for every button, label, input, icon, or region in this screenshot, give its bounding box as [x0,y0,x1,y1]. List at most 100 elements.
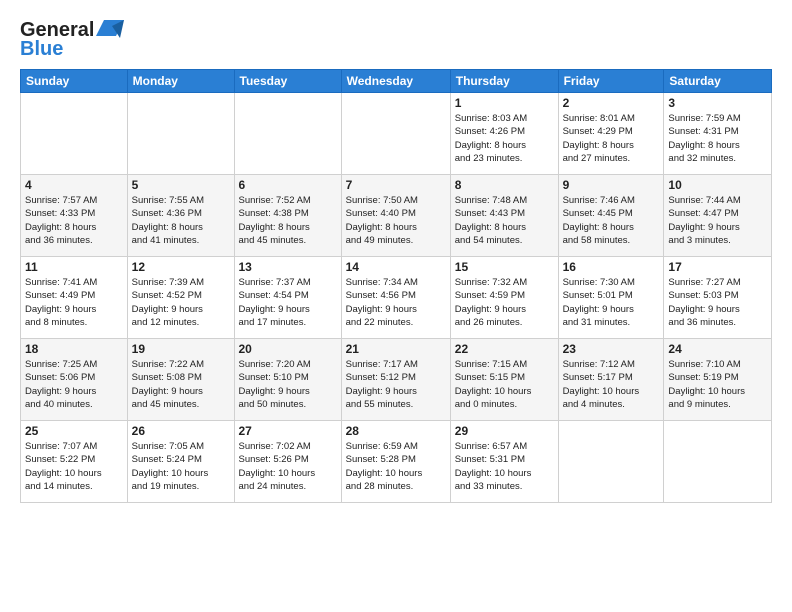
day-info: Sunrise: 7:02 AM Sunset: 5:26 PM Dayligh… [239,440,337,493]
calendar-cell [21,93,128,175]
calendar-week-3: 11 Sunrise: 7:41 AM Sunset: 4:49 PM Dayli… [21,257,772,339]
day-number: 17 [668,260,767,274]
day-number: 2 [563,96,660,110]
day-info: Sunrise: 7:59 AM Sunset: 4:31 PM Dayligh… [668,112,767,165]
calendar-week-1: 1 Sunrise: 8:03 AM Sunset: 4:26 PM Daylig… [21,93,772,175]
calendar-week-2: 4 Sunrise: 7:57 AM Sunset: 4:33 PM Daylig… [21,175,772,257]
day-number: 29 [455,424,554,438]
day-number: 24 [668,342,767,356]
day-info: Sunrise: 7:10 AM Sunset: 5:19 PM Dayligh… [668,358,767,411]
calendar-cell: 1 Sunrise: 8:03 AM Sunset: 4:26 PM Daylig… [450,93,558,175]
day-info: Sunrise: 8:01 AM Sunset: 4:29 PM Dayligh… [563,112,660,165]
calendar-cell: 15Sunrise: 7:32 AM Sunset: 4:59 PM Dayli… [450,257,558,339]
day-info: Sunrise: 7:57 AM Sunset: 4:33 PM Dayligh… [25,194,123,247]
day-info: Sunrise: 7:32 AM Sunset: 4:59 PM Dayligh… [455,276,554,329]
day-number: 6 [239,178,337,192]
day-info: Sunrise: 7:07 AM Sunset: 5:22 PM Dayligh… [25,440,123,493]
calendar-cell: 9 Sunrise: 7:46 AM Sunset: 4:45 PM Daylig… [558,175,664,257]
day-info: Sunrise: 7:34 AM Sunset: 4:56 PM Dayligh… [346,276,446,329]
day-number: 14 [346,260,446,274]
calendar-cell: 11 Sunrise: 7:41 AM Sunset: 4:49 PM Dayli… [21,257,128,339]
day-info: Sunrise: 7:27 AM Sunset: 5:03 PM Dayligh… [668,276,767,329]
calendar-cell: 17 Sunrise: 7:27 AM Sunset: 5:03 PM Dayli… [664,257,772,339]
calendar-cell: 23 Sunrise: 7:12 AM Sunset: 5:17 PM Dayli… [558,339,664,421]
day-number: 27 [239,424,337,438]
day-number: 4 [25,178,123,192]
calendar-cell [234,93,341,175]
day-number: 18 [25,342,123,356]
calendar-cell [558,421,664,503]
day-info: Sunrise: 7:22 AM Sunset: 5:08 PM Dayligh… [132,358,230,411]
day-info: Sunrise: 7:55 AM Sunset: 4:36 PM Dayligh… [132,194,230,247]
calendar-week-4: 18 Sunrise: 7:25 AM Sunset: 5:06 PM Dayli… [21,339,772,421]
weekday-header-tuesday: Tuesday [234,70,341,93]
day-info: Sunrise: 7:41 AM Sunset: 4:49 PM Dayligh… [25,276,123,329]
weekday-header-monday: Monday [127,70,234,93]
day-info: Sunrise: 6:57 AM Sunset: 5:31 PM Dayligh… [455,440,554,493]
day-info: Sunrise: 7:05 AM Sunset: 5:24 PM Dayligh… [132,440,230,493]
day-number: 16 [563,260,660,274]
calendar-cell: 19 Sunrise: 7:22 AM Sunset: 5:08 PM Dayli… [127,339,234,421]
calendar-cell: 25 Sunrise: 7:07 AM Sunset: 5:22 PM Dayli… [21,421,128,503]
calendar-cell: 12 Sunrise: 7:39 AM Sunset: 4:52 PM Dayli… [127,257,234,339]
day-number: 5 [132,178,230,192]
weekday-header-saturday: Saturday [664,70,772,93]
header: General Blue [20,16,772,61]
calendar-table: SundayMondayTuesdayWednesdayThursdayFrid… [20,69,772,503]
calendar-cell: 6 Sunrise: 7:52 AM Sunset: 4:38 PM Daylig… [234,175,341,257]
calendar-cell [664,421,772,503]
day-info: Sunrise: 7:30 AM Sunset: 5:01 PM Dayligh… [563,276,660,329]
calendar-cell: 3Sunrise: 7:59 AM Sunset: 4:31 PM Daylig… [664,93,772,175]
day-info: Sunrise: 7:48 AM Sunset: 4:43 PM Dayligh… [455,194,554,247]
calendar-cell: 24 Sunrise: 7:10 AM Sunset: 5:19 PM Dayli… [664,339,772,421]
day-number: 23 [563,342,660,356]
day-info: Sunrise: 7:50 AM Sunset: 4:40 PM Dayligh… [346,194,446,247]
day-info: Sunrise: 7:37 AM Sunset: 4:54 PM Dayligh… [239,276,337,329]
day-info: Sunrise: 7:20 AM Sunset: 5:10 PM Dayligh… [239,358,337,411]
day-info: Sunrise: 7:39 AM Sunset: 4:52 PM Dayligh… [132,276,230,329]
day-number: 12 [132,260,230,274]
calendar-cell: 27 Sunrise: 7:02 AM Sunset: 5:26 PM Dayli… [234,421,341,503]
calendar-week-5: 25 Sunrise: 7:07 AM Sunset: 5:22 PM Dayli… [21,421,772,503]
calendar-cell: 26 Sunrise: 7:05 AM Sunset: 5:24 PM Dayli… [127,421,234,503]
day-number: 26 [132,424,230,438]
logo-icon [94,16,126,44]
day-info: Sunrise: 6:59 AM Sunset: 5:28 PM Dayligh… [346,440,446,493]
calendar-cell: 2 Sunrise: 8:01 AM Sunset: 4:29 PM Daylig… [558,93,664,175]
calendar-cell: 13 Sunrise: 7:37 AM Sunset: 4:54 PM Dayli… [234,257,341,339]
calendar-cell: 21Sunrise: 7:17 AM Sunset: 5:12 PM Dayli… [341,339,450,421]
day-info: Sunrise: 7:25 AM Sunset: 5:06 PM Dayligh… [25,358,123,411]
day-number: 10 [668,178,767,192]
page: General Blue SundayMondayTuesdayWednesda… [0,0,792,612]
calendar-cell [127,93,234,175]
calendar-cell: 8 Sunrise: 7:48 AM Sunset: 4:43 PM Daylig… [450,175,558,257]
calendar-cell: 20Sunrise: 7:20 AM Sunset: 5:10 PM Dayli… [234,339,341,421]
calendar-cell: 14 Sunrise: 7:34 AM Sunset: 4:56 PM Dayli… [341,257,450,339]
day-number: 8 [455,178,554,192]
calendar-cell: 28 Sunrise: 6:59 AM Sunset: 5:28 PM Dayli… [341,421,450,503]
calendar-cell: 4 Sunrise: 7:57 AM Sunset: 4:33 PM Daylig… [21,175,128,257]
day-number: 28 [346,424,446,438]
calendar-header-row: SundayMondayTuesdayWednesdayThursdayFrid… [21,70,772,93]
day-info: Sunrise: 7:44 AM Sunset: 4:47 PM Dayligh… [668,194,767,247]
day-number: 7 [346,178,446,192]
weekday-header-wednesday: Wednesday [341,70,450,93]
day-info: Sunrise: 7:12 AM Sunset: 5:17 PM Dayligh… [563,358,660,411]
day-info: Sunrise: 8:03 AM Sunset: 4:26 PM Dayligh… [455,112,554,165]
day-number: 25 [25,424,123,438]
day-number: 9 [563,178,660,192]
calendar-cell: 7 Sunrise: 7:50 AM Sunset: 4:40 PM Daylig… [341,175,450,257]
day-info: Sunrise: 7:52 AM Sunset: 4:38 PM Dayligh… [239,194,337,247]
day-number: 11 [25,260,123,274]
calendar-cell: 5 Sunrise: 7:55 AM Sunset: 4:36 PM Daylig… [127,175,234,257]
day-number: 21 [346,342,446,356]
calendar-cell: 10 Sunrise: 7:44 AM Sunset: 4:47 PM Dayli… [664,175,772,257]
day-info: Sunrise: 7:46 AM Sunset: 4:45 PM Dayligh… [563,194,660,247]
calendar-cell: 22Sunrise: 7:15 AM Sunset: 5:15 PM Dayli… [450,339,558,421]
day-number: 1 [455,96,554,110]
calendar-cell: 18 Sunrise: 7:25 AM Sunset: 5:06 PM Dayli… [21,339,128,421]
day-number: 19 [132,342,230,356]
calendar-cell [341,93,450,175]
day-number: 22 [455,342,554,356]
day-number: 13 [239,260,337,274]
